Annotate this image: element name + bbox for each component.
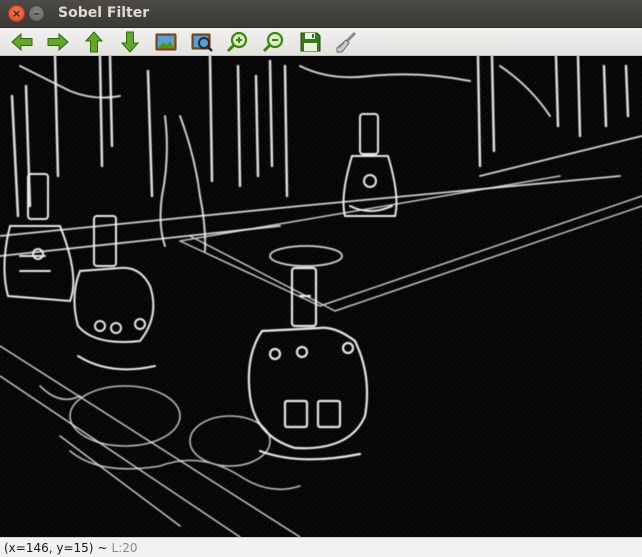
- zoom-out-icon: [262, 31, 284, 52]
- arrow-up-icon: [84, 30, 104, 52]
- status-coordinates: (x=146, y=15): [4, 540, 94, 555]
- minimize-window-button[interactable]: –: [28, 5, 45, 22]
- zoom-in-button[interactable]: [224, 29, 252, 55]
- arrow-right-icon: [47, 32, 69, 51]
- image-canvas[interactable]: [0, 56, 642, 537]
- pan-down-button[interactable]: [116, 29, 144, 55]
- zoom-region-button[interactable]: [188, 29, 216, 55]
- status-bar: (x=146, y=15) ~ L:20: [0, 537, 642, 557]
- close-window-button[interactable]: ×: [8, 5, 25, 22]
- pan-up-button[interactable]: [80, 29, 108, 55]
- zoom-fit-button[interactable]: [152, 29, 180, 55]
- picture-zoom-icon: [191, 33, 213, 52]
- save-button[interactable]: [296, 29, 324, 55]
- toolbar: [0, 28, 642, 56]
- arrow-left-icon: [11, 32, 33, 51]
- close-icon: ×: [11, 7, 22, 20]
- pan-right-button[interactable]: [44, 29, 72, 55]
- zoom-in-icon: [226, 31, 248, 52]
- pan-left-button[interactable]: [8, 29, 36, 55]
- window-title: Sobel Filter: [58, 5, 150, 21]
- floppy-disk-icon: [300, 32, 321, 51]
- status-level: L:20: [111, 540, 138, 555]
- status-separator: ~: [97, 540, 108, 555]
- picture-icon: [155, 33, 177, 50]
- brush-icon: [336, 31, 357, 52]
- zoom-out-button[interactable]: [260, 29, 288, 55]
- arrow-down-icon: [120, 31, 140, 53]
- properties-button[interactable]: [332, 29, 360, 55]
- minimize-icon: –: [33, 7, 40, 20]
- sobel-edge-image: [0, 56, 642, 537]
- title-bar: × – Sobel Filter: [0, 0, 642, 28]
